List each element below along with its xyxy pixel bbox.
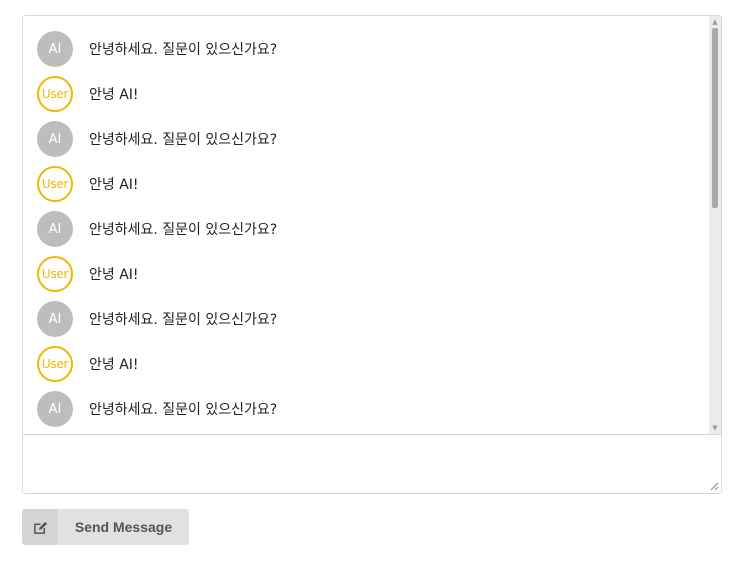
ai-avatar: AI: [37, 211, 73, 247]
chat-message-ai: AI 안녕하세요. 질문이 있으신가요?: [37, 121, 277, 157]
user-avatar: User: [37, 256, 73, 292]
scroll-down-arrow-icon[interactable]: ▼: [709, 422, 721, 434]
chat-message-user: User 안녕 AI!: [37, 256, 139, 292]
message-list: AI 안녕하세요. 질문이 있으신가요? User 안녕 AI! AI 안녕하세…: [23, 16, 709, 434]
user-avatar: User: [37, 346, 73, 382]
message-text: 안녕하세요. 질문이 있으신가요?: [89, 222, 278, 238]
send-button-label: Send Message: [74, 519, 173, 535]
edit-icon: [22, 509, 58, 545]
ai-avatar: AI: [37, 301, 73, 337]
vertical-scrollbar[interactable]: ▲ ▼: [709, 16, 721, 434]
message-text: 안녕하세요. 질문이 있으신가요?: [89, 312, 278, 328]
message-text: 안녕하세요. 질문이 있으신가요?: [89, 132, 278, 148]
message-text: 안녕 AI!: [89, 177, 139, 193]
chat-message-user: User 안녕 AI!: [37, 346, 139, 382]
send-message-button[interactable]: Send Message: [22, 509, 189, 545]
message-text: 안녕 AI!: [89, 357, 139, 373]
chat-message-user: User 안녕 AI!: [37, 166, 139, 202]
chat-message-ai: AI 안녕하세요. 질문이 있으신가요?: [37, 211, 277, 247]
chat-message-ai: AI 안녕하세요. 질문이 있으신가요?: [37, 301, 277, 337]
ai-avatar: AI: [37, 121, 73, 157]
chat-message-user: User 안녕 AI!: [37, 76, 139, 112]
ai-avatar: AI: [37, 391, 73, 427]
scroll-up-arrow-icon[interactable]: ▲: [709, 16, 721, 28]
message-text: 안녕 AI!: [89, 87, 139, 103]
ai-avatar: AI: [37, 31, 73, 67]
message-text: 안녕하세요. 질문이 있으신가요?: [89, 42, 278, 58]
chat-message-ai: AI 안녕하세요. 질문이 있으신가요?: [37, 391, 277, 427]
message-text: 안녕 AI!: [89, 267, 139, 283]
chat-message-ai: AI 안녕하세요. 질문이 있으신가요?: [37, 31, 277, 67]
message-text: 안녕하세요. 질문이 있으신가요?: [89, 402, 278, 418]
chat-window: AI 안녕하세요. 질문이 있으신가요? User 안녕 AI! AI 안녕하세…: [22, 15, 722, 434]
user-avatar: User: [37, 166, 73, 202]
scrollbar-thumb[interactable]: [712, 28, 718, 208]
message-input[interactable]: [22, 434, 722, 494]
user-avatar: User: [37, 76, 73, 112]
